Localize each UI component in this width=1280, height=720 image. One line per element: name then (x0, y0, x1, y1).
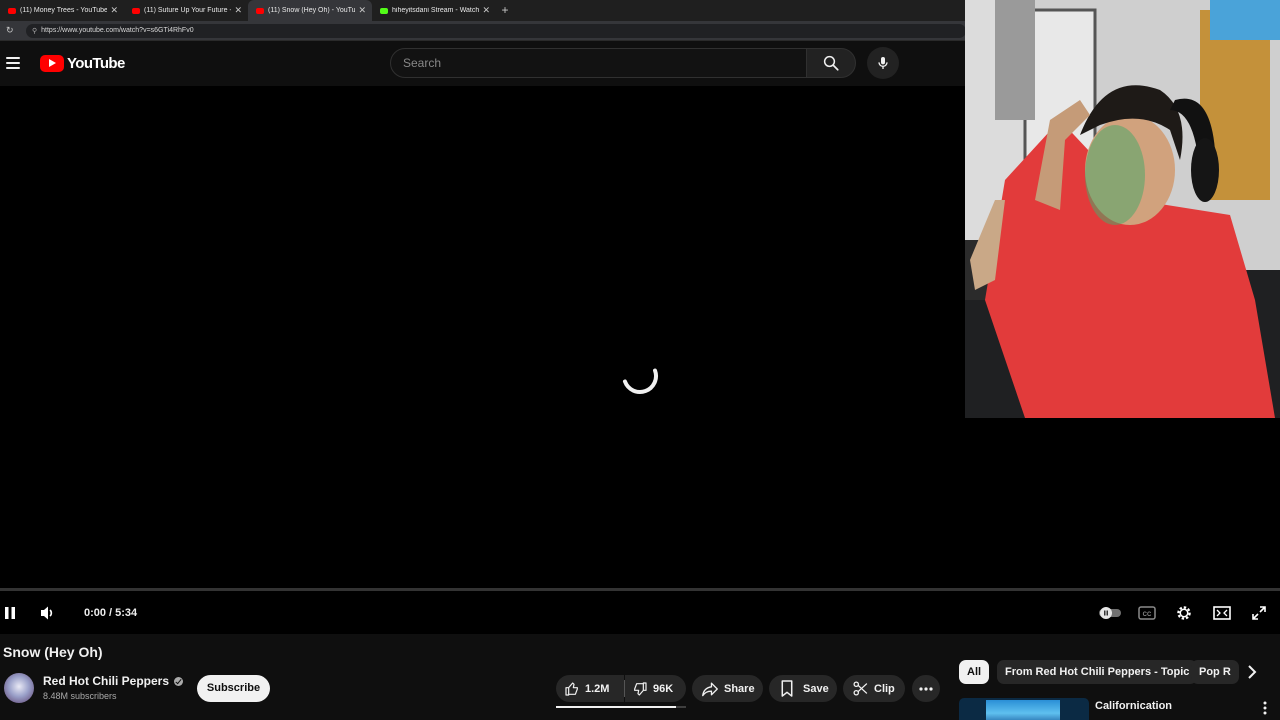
clip-label: Clip (874, 682, 895, 695)
recommendation-thumbnail[interactable] (959, 698, 1089, 720)
youtube-favicon-icon (132, 7, 140, 14)
fullscreen-button[interactable] (1248, 596, 1270, 630)
pause-icon (5, 607, 15, 619)
autoplay-toggle-icon (1099, 607, 1121, 619)
like-count: 1.2M (585, 682, 610, 695)
tab-title: hiheyitsdani Stream - Watch Live o (392, 7, 480, 14)
tab-title: (11) Money Trees - YouTube (20, 7, 108, 14)
close-tab-icon[interactable]: ✕ (358, 5, 366, 16)
video-title: Snow (Hey Oh) (3, 644, 103, 660)
close-tab-icon[interactable]: ✕ (110, 5, 118, 16)
thumbs-down-icon (634, 681, 647, 696)
channel-avatar[interactable] (4, 673, 34, 703)
menu-icon[interactable] (6, 57, 20, 69)
chip-from-channel[interactable]: From Red Hot Chili Peppers - Topic (997, 660, 1198, 684)
chip-all[interactable]: All (959, 660, 990, 684)
close-tab-icon[interactable]: ✕ (234, 5, 242, 16)
tab-title: (11) Suture Up Your Future - YouT (144, 7, 231, 14)
subscriber-count: 8.48M subscribers (43, 691, 117, 701)
time-separator: / (109, 607, 113, 619)
volume-icon (41, 606, 53, 620)
current-time: 0:00 (84, 607, 107, 619)
youtube-favicon-icon (8, 7, 16, 14)
browser-tab-kick-stream[interactable]: hiheyitsdani Stream - Watch Live o ✕ (372, 0, 496, 21)
microphone-icon (878, 57, 888, 69)
kick-favicon-icon (380, 7, 388, 14)
channel-name: Red Hot Chili Peppers (43, 674, 170, 688)
like-button[interactable]: 1.2M (556, 675, 624, 702)
gear-icon (1177, 606, 1191, 620)
dislike-button[interactable]: 96K (625, 675, 686, 702)
search-input[interactable]: Search (390, 48, 807, 78)
more-vertical-icon[interactable] (1262, 700, 1268, 716)
pause-button[interactable] (0, 596, 20, 630)
webcam-overlay (965, 0, 1280, 418)
volume-button[interactable] (38, 596, 58, 630)
chip-pop[interactable]: Pop R (1191, 660, 1239, 684)
duration: 5:34 (115, 607, 138, 619)
channel-name-link[interactable]: Red Hot Chili Peppers (43, 674, 184, 688)
site-info-icon[interactable]: ⚲ (32, 27, 37, 35)
browser-tab-money-trees[interactable]: (11) Money Trees - YouTube ✕ (0, 0, 124, 21)
url-text: https://www.youtube.com/watch?v=s6GTi4Rh… (41, 27, 194, 34)
subscribe-button[interactable]: Subscribe (197, 675, 270, 702)
share-label: Share (724, 682, 755, 695)
recommendation-title[interactable]: Californication (1095, 700, 1172, 712)
clip-button[interactable]: Clip (843, 675, 905, 702)
address-bar[interactable]: ⚲ https://www.youtube.com/watch?v=s6GTi4… (26, 23, 966, 38)
progress-bar[interactable] (0, 588, 1280, 591)
verified-badge-icon (174, 676, 184, 686)
youtube-favicon-icon (256, 7, 264, 14)
more-horizontal-icon (919, 686, 933, 691)
thumbs-up-icon (565, 681, 578, 696)
search-button[interactable] (806, 48, 856, 78)
thumbnail-artwork (986, 700, 1060, 720)
svg-text:CC: CC (1143, 612, 1152, 618)
more-actions-button[interactable] (912, 675, 940, 702)
share-button[interactable]: Share (692, 675, 763, 702)
chevron-right-icon (1248, 665, 1257, 679)
scissors-icon (853, 681, 868, 696)
new-tab-button[interactable]: + (496, 0, 514, 21)
settings-button[interactable] (1173, 596, 1195, 630)
fullscreen-icon (1252, 606, 1266, 620)
bookmark-icon (781, 680, 793, 697)
reload-icon[interactable]: ↻ (6, 25, 20, 36)
save-label: Save (803, 682, 829, 695)
loading-spinner-icon (622, 368, 658, 394)
browser-tab-suture[interactable]: (11) Suture Up Your Future - YouT ✕ (124, 0, 248, 21)
theater-mode-icon (1213, 606, 1231, 620)
like-ratio-fill (556, 706, 676, 708)
share-icon (702, 682, 718, 696)
autoplay-toggle[interactable] (1097, 596, 1123, 630)
captions-icon: CC (1138, 606, 1156, 620)
player-controls: 0:00/5:34 CC (0, 596, 1280, 630)
logo-text: YouTube (67, 54, 125, 72)
screen: (11) Money Trees - YouTube ✕ (11) Suture… (0, 0, 1280, 720)
recommendation-chips: All From Red Hot Chili Peppers - Topic P… (959, 660, 1280, 684)
browser-tab-snow[interactable]: (11) Snow (Hey Oh) - YouTube ✕ (248, 0, 372, 21)
youtube-logo[interactable]: YouTube (40, 54, 125, 72)
chips-next-button[interactable] (1240, 660, 1264, 684)
captions-button[interactable]: CC (1136, 596, 1158, 630)
theater-mode-button[interactable] (1211, 596, 1233, 630)
search-icon (823, 55, 839, 71)
save-button[interactable]: Save (769, 675, 837, 702)
dislike-count: 96K (653, 682, 674, 695)
close-tab-icon[interactable]: ✕ (482, 5, 490, 16)
like-ratio-bar (556, 706, 686, 708)
time-display: 0:00/5:34 (84, 596, 137, 630)
voice-search-button[interactable] (867, 47, 899, 79)
youtube-play-logo-icon (40, 54, 64, 72)
tab-title: (11) Snow (Hey Oh) - YouTube (268, 7, 356, 14)
